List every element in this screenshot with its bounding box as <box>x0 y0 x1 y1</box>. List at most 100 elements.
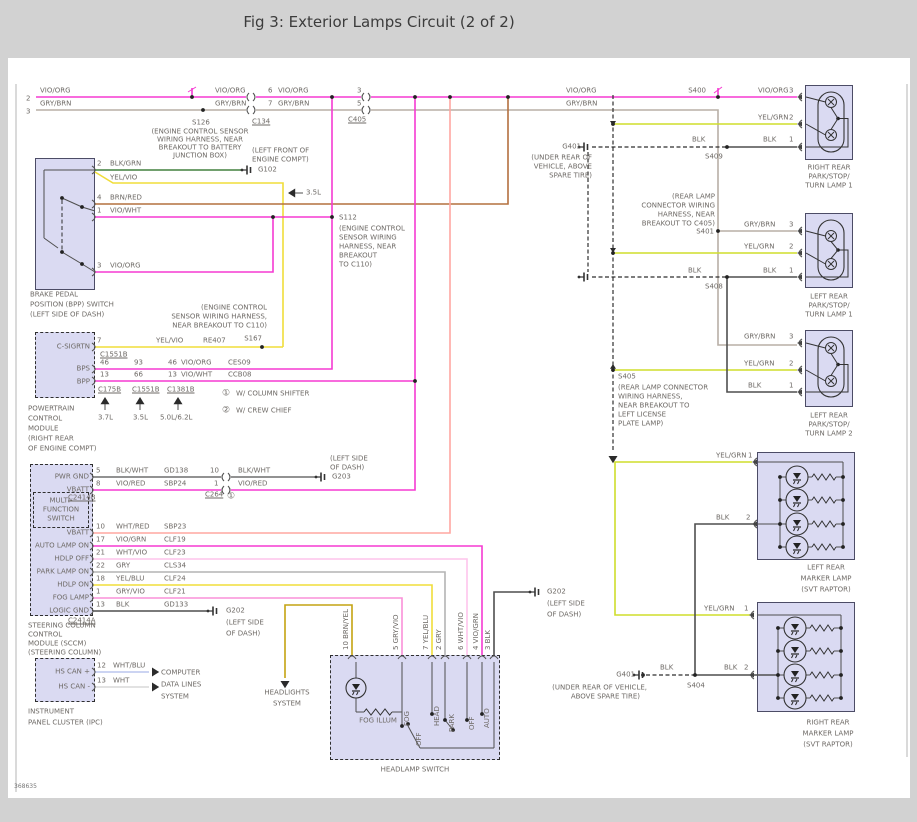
diagram-label: COMPUTER <box>161 668 201 677</box>
resistor-symbol <box>811 520 837 528</box>
diagram-label: 2 <box>97 159 102 168</box>
wire-wht-vio <box>93 558 468 655</box>
junction-dot <box>839 673 843 677</box>
pin-connector-icon <box>91 364 96 374</box>
led-symbol <box>791 624 799 630</box>
resistor-symbol <box>811 496 837 504</box>
g202-hs-ground <box>528 590 532 594</box>
pin-connector-icon <box>91 682 96 692</box>
pin-connector-icon <box>89 580 94 590</box>
diagram-label: 1 <box>748 451 753 460</box>
led-symbol <box>791 694 799 700</box>
diagram-label: 18 <box>96 574 105 583</box>
diagram-label: 93 <box>134 358 143 367</box>
diagram-label: BLK/GRN <box>110 159 142 168</box>
wiring-layer <box>15 84 908 792</box>
diagram-label: SBP23 <box>164 522 187 531</box>
diagram-label: YEL/VIO <box>156 336 184 345</box>
diagram-label: BLK/WHT <box>116 466 149 475</box>
diagram-label: (SVT RAPTOR) <box>803 740 853 749</box>
junction-dot <box>778 475 782 479</box>
bulb-lead <box>830 118 839 130</box>
diagram-label: VIO/ORG <box>40 86 71 95</box>
diagram-label: BLK/WHT <box>238 466 271 475</box>
diagram-label: (LEFT SIDE <box>547 599 585 608</box>
led-symbol <box>791 678 794 683</box>
diagram-label: NEAR BREAKOUT TO C110) <box>172 321 267 330</box>
junction-dot <box>776 649 780 653</box>
diagram-label: PLATE LAMP) <box>618 419 664 428</box>
diagram-label: 13 <box>96 600 105 609</box>
diagram-label: 3 <box>789 86 794 95</box>
diagram-label: 3 BLK <box>484 630 492 650</box>
diagram-label: WIRING HARNESS, NEAR <box>156 135 244 144</box>
diagram-label: GRY/BRN <box>40 99 72 108</box>
diagram-label: (REAR LAMP <box>671 192 715 201</box>
diagram-label: 2 <box>789 113 794 122</box>
junction-dot <box>80 262 84 266</box>
diagram-label: LOGIC GND <box>49 606 89 615</box>
led-symbol <box>793 496 801 502</box>
diagram-label: (LEFT FRONT OF <box>252 146 310 155</box>
diagram-label: YEL/GRN <box>744 242 775 251</box>
document-code: 368635 <box>14 783 37 790</box>
diagram-label: BLK <box>116 600 130 609</box>
diagram-label: 8 <box>96 479 101 488</box>
diagram-label: S404 <box>687 681 705 690</box>
diagram-label: GRY/BRN <box>744 332 776 341</box>
diagram-label: RIGHT REAR <box>807 163 851 172</box>
junction-dot <box>506 95 510 99</box>
junction-dot <box>839 696 843 700</box>
diagram-label: GD133 <box>164 600 189 609</box>
pin-connector-icon <box>489 655 499 660</box>
diagram-label: BLK <box>716 513 730 522</box>
diagram-label: GRY/VIO <box>116 587 145 596</box>
diagram-label: SYSTEM <box>273 699 301 708</box>
junction-dot <box>776 696 780 700</box>
pin-connector-icon <box>397 655 407 660</box>
junction-dot <box>201 108 205 112</box>
diagram-label: VIO/ORG <box>110 261 141 270</box>
diagram-label: SWITCH <box>47 514 75 523</box>
diagram-label: 7 YEL/BLU <box>422 614 430 650</box>
pin-connector-icon <box>91 342 96 352</box>
diagram-label: (ENGINE CONTROL <box>339 224 405 233</box>
wire-blk-hs-gnd <box>493 591 531 655</box>
diagram-label: 2 <box>26 94 31 103</box>
pin-connector-icon <box>347 655 357 660</box>
diagram-label: (LEFT SIDE <box>330 454 368 463</box>
bulb-lead <box>805 342 826 349</box>
junction-dot <box>271 215 275 219</box>
diagram-label: MODULE (SCCM) <box>28 639 87 648</box>
diagram-label: 46 <box>168 358 177 367</box>
diagram-label: 3 <box>357 86 362 95</box>
junction-dot <box>60 196 64 200</box>
diagram-label: 17 <box>96 535 105 544</box>
bulb-lead <box>830 364 839 376</box>
diagram-label: RE407 <box>203 336 226 345</box>
led-symbol <box>797 503 800 508</box>
diagram-label: VIO/ORG <box>758 86 789 95</box>
diagram-label: HEADLAMP SWITCH <box>380 765 450 774</box>
junction-dot <box>330 95 334 99</box>
pin-connector-icon <box>91 199 96 209</box>
junction-dot <box>841 475 845 479</box>
diagram-label: GRY/BRN <box>744 220 776 229</box>
diagram-label: C1381B <box>167 385 195 394</box>
led-symbol <box>793 527 796 532</box>
diagram-label: (STEERING COLUMN) <box>28 648 102 657</box>
led-symbol <box>795 701 798 706</box>
diagram-label: WHT/VIO <box>116 548 148 557</box>
diagram-label: C1551B <box>132 385 160 394</box>
diagram-label: BLK <box>724 663 738 672</box>
wire-blk-left-marker <box>694 523 757 675</box>
diagram-label: TURN LAMP 1 <box>805 181 853 190</box>
diagram-label: (LEFT SIDE <box>226 618 264 627</box>
diagram-label: (LEFT SIDE OF DASH) <box>30 310 105 319</box>
diagram-label: 10 BRN/YEL <box>342 609 350 650</box>
resistor-symbol <box>811 543 837 551</box>
diagram-label: BLK <box>688 266 702 275</box>
diagram-label: OFF <box>468 716 476 730</box>
led-symbol <box>791 647 799 653</box>
diagram-label: VBATT <box>66 528 89 537</box>
